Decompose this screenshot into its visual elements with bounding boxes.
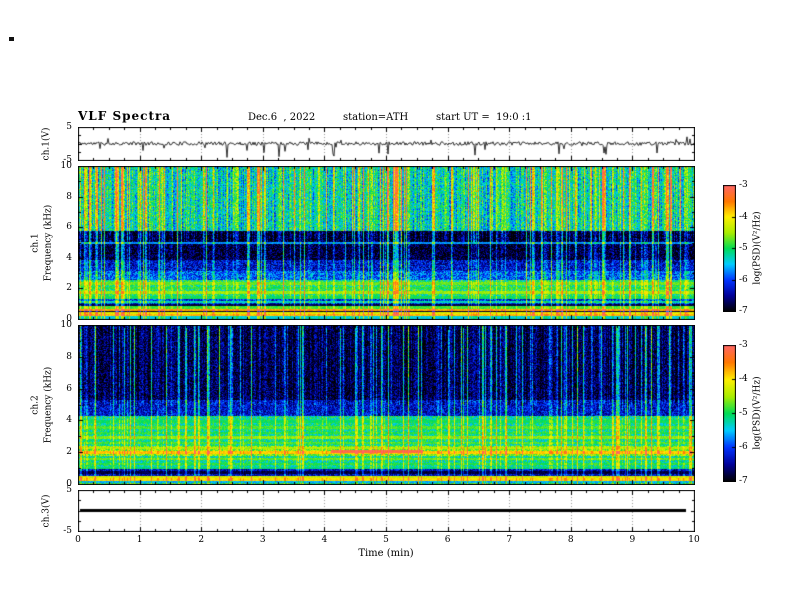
- colorbar1-tick-label: -6: [739, 274, 748, 285]
- colorbar2-tick-label: -6: [739, 442, 748, 452]
- frequency-tick-label: 6: [66, 222, 72, 233]
- x-tick-label: 9: [629, 535, 636, 545]
- corner-mark: [9, 37, 14, 41]
- ch1-spectrogram-canvas: [78, 166, 695, 320]
- ch1-waveform-canvas: [78, 127, 695, 161]
- x-tick-label: 1: [136, 535, 143, 545]
- colorbar2-tick-label: -4: [739, 374, 748, 384]
- figure-title: VLF Spectra: [78, 109, 172, 123]
- colorbar1-tick-label: -5: [739, 243, 748, 253]
- ch1-channel-label: ch.1: [30, 233, 41, 253]
- x-tick-label: 7: [506, 535, 513, 545]
- x-tick-label: 5: [383, 535, 389, 545]
- ch2-spectrogram-canvas: [78, 325, 695, 485]
- date-label: Dec.6 , 2022: [248, 112, 316, 123]
- x-tick-label: 3: [259, 535, 266, 545]
- colorbar2-tick-label: -5: [739, 408, 748, 418]
- colorbar1-tick-label: -7: [739, 306, 748, 316]
- x-tick-label: 0: [75, 535, 81, 545]
- frequency-tick-label: 2: [66, 447, 72, 458]
- voltage-tick-label: 5: [66, 122, 72, 132]
- ch3-voltage-axis-label: ch.3(V): [41, 494, 52, 528]
- ch2-frequency-axis-label: Frequency (kHz): [43, 366, 54, 444]
- x-tick-label: 6: [444, 535, 451, 545]
- ch3-waveform-canvas: [78, 490, 695, 532]
- frequency-tick-label: 8: [66, 191, 72, 202]
- colorbar2-tick-label: -3: [739, 340, 748, 350]
- frequency-tick-label: 10: [60, 320, 72, 330]
- time-axis-label: Time (min): [358, 548, 414, 559]
- frequency-tick-label: 6: [66, 383, 72, 394]
- x-tick-label: 2: [198, 535, 205, 545]
- station-label: station=ATH: [343, 112, 409, 123]
- start-ut-label: start UT = 19:0 :1: [436, 112, 532, 123]
- colorbar-ch1: [723, 185, 736, 312]
- colorbar-ch2: [723, 345, 736, 482]
- frequency-tick-label: 8: [66, 351, 72, 362]
- voltage-tick-label: -5: [63, 155, 72, 165]
- frequency-tick-label: 2: [66, 283, 72, 294]
- x-tick-label: 10: [688, 535, 700, 545]
- frequency-tick-label: 4: [66, 415, 72, 426]
- x-tick-label: 4: [321, 535, 328, 545]
- colorbar1-tick-label: -3: [739, 180, 748, 190]
- colorbar2-tick-label: -7: [739, 476, 748, 486]
- vlf-spectra-figure: VLF Spectra Dec.6 , 2022 station=ATH sta…: [0, 0, 792, 612]
- ch1-frequency-axis-label: Frequency (kHz): [43, 204, 54, 282]
- ch2-channel-label: ch.2: [30, 395, 41, 415]
- voltage-tick-label: -5: [63, 526, 72, 536]
- x-tick-label: 8: [567, 535, 574, 545]
- frequency-tick-label: 4: [66, 252, 72, 263]
- colorbar1-tick-label: -4: [739, 211, 748, 222]
- voltage-tick-label: 5: [66, 485, 72, 495]
